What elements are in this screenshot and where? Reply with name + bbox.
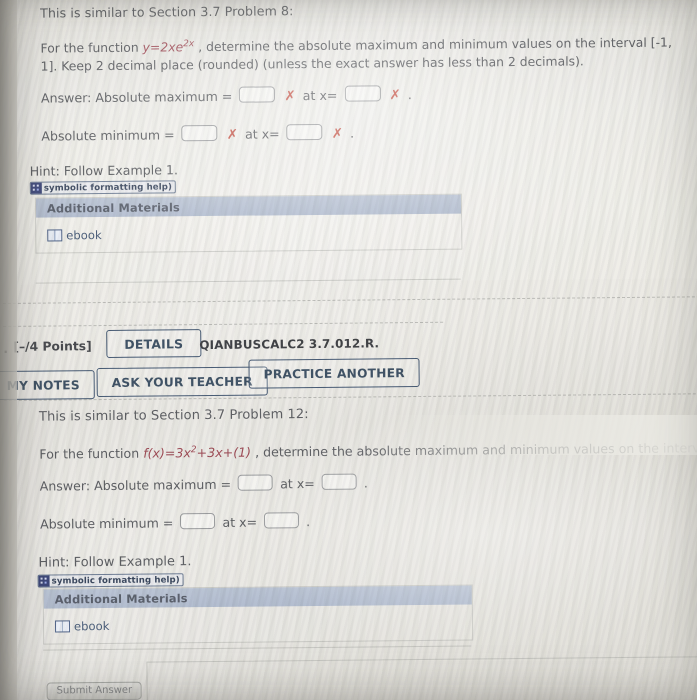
problem-2-function: f(x)=3x2+3x+(1) — [143, 444, 252, 461]
problem-1-similar-to: This is similar to Section 3.7 Problem 8… — [40, 3, 294, 21]
problem-2-question-prefix: For the function — [39, 445, 140, 462]
my-notes-button-wrap: MY NOTES — [0, 370, 96, 401]
problem-2-symbolic-help-label: symbolic formatting help) — [51, 574, 180, 587]
problem-1-symbolic-help-link[interactable]: symbolic formatting help) — [29, 177, 177, 197]
problem-1-materials-title: Additional Materials — [35, 194, 462, 218]
problem-2-leading-marker: . — [3, 341, 9, 356]
ask-your-teacher-button[interactable]: ASK YOUR TEACHER — [96, 366, 268, 398]
book-icon — [47, 228, 63, 242]
problem-1-min-label: Absolute minimum = — [41, 127, 175, 144]
problem-2-min-period: . — [306, 514, 311, 530]
problem-1-question: For the function y=2xe2x , determine the… — [40, 31, 685, 74]
problem-1-min-incorrect-icon: ✗ — [226, 126, 239, 143]
problem-2-ebook-label: ebook — [73, 618, 110, 633]
problem-1-answer-max-row: Answer: Absolute maximum = ✗ at x= ✗ . — [41, 85, 412, 107]
problem-2-points: [–/4 Points] — [13, 339, 92, 354]
problem-2-max-input[interactable] — [238, 474, 274, 491]
problem-1-max-x-input[interactable] — [344, 85, 381, 102]
problem-2-max-period: . — [363, 475, 368, 491]
problem-2-hint: Hint: Follow Example 1. — [38, 554, 192, 571]
problem-1-max-label: Answer: Absolute maximum = — [40, 88, 233, 106]
problem-1-additional-materials: Additional Materials ebook — [34, 193, 463, 254]
problem-1-min-period: . — [349, 125, 355, 141]
problem-2-answer-max-row: Answer: Absolute maximum = at x= . — [39, 473, 368, 494]
problem-2-answer-min-row: Absolute minimum = at x= . — [40, 512, 310, 532]
details-button[interactable]: DETAILS — [106, 329, 202, 358]
problem-1-max-incorrect-icon: ✗ — [284, 88, 296, 105]
problem-2-min-input[interactable] — [180, 512, 216, 530]
problem-1-min-x-input[interactable] — [286, 123, 323, 141]
ask-teacher-button-wrap: ASK YOUR TEACHER — [96, 366, 268, 398]
problem-1-max-input[interactable] — [239, 86, 276, 103]
screenshot-photo-of-monitor: This is similar to Section 3.7 Problem 8… — [0, 0, 697, 700]
problem-1-symbolic-help-label: symbolic formatting help) — [43, 181, 173, 194]
details-button-wrap: DETAILS — [106, 329, 202, 358]
problem-2-min-at-x-label: at x= — [222, 514, 258, 530]
problem-2-code: QIANBUSCALC2 3.7.012.R. — [199, 336, 380, 353]
problem-1-max-x-incorrect-icon: ✗ — [389, 87, 401, 104]
problem-1-min-x-incorrect-icon: ✗ — [331, 125, 344, 142]
problem-1-max-at-x-label: at x= — [302, 87, 338, 104]
problem-2-max-label: Answer: Absolute maximum = — [39, 476, 232, 494]
keyboard-icon — [38, 575, 50, 587]
problem-1-ebook-label: ebook — [66, 227, 102, 242]
problem-1-question-prefix: For the function — [40, 39, 139, 56]
problem-2-materials-body: ebook — [44, 604, 472, 643]
problem-2-min-label: Absolute minimum = — [39, 515, 174, 532]
problem-2-min-x-input[interactable] — [264, 512, 300, 529]
problem-2-question-suffix: , determine the absolute maximum and min… — [254, 440, 697, 460]
problem-2-max-x-input[interactable] — [321, 473, 357, 490]
problem-1-function: y=2xe2x — [142, 39, 195, 55]
problem-1-min-at-x-label: at x= — [244, 126, 280, 142]
problem-2-ebook-link[interactable]: ebook — [54, 618, 110, 633]
problem-2-additional-materials: Additional Materials ebook — [42, 584, 474, 645]
problem-1-answer-min-row: Absolute minimum = ✗ at x= ✗ . — [41, 123, 355, 145]
problem-1-hint: Hint: Follow Example 1. — [29, 162, 179, 179]
submit-answer-wrap: Submit Answer — [46, 678, 143, 700]
problem-1-ebook-link[interactable]: ebook — [47, 228, 102, 243]
submit-answer-button[interactable]: Submit Answer — [46, 681, 143, 700]
practice-another-button-wrap: PRACTICE ANOTHER — [248, 357, 421, 389]
problem-2-similar-to: This is similar to Section 3.7 Problem 1… — [38, 407, 309, 425]
book-icon — [54, 619, 71, 633]
practice-another-button[interactable]: PRACTICE ANOTHER — [248, 357, 421, 389]
answer-panel-region — [146, 656, 697, 700]
problem-2-max-at-x-label: at x= — [280, 476, 315, 492]
section-divider-dashed-2 — [3, 321, 444, 327]
keyboard-icon — [30, 182, 42, 194]
content-plane: This is similar to Section 3.7 Problem 8… — [0, 0, 697, 700]
section-divider-dashed — [2, 296, 697, 304]
problem-1-max-period: . — [407, 87, 412, 103]
problem-1-min-input[interactable] — [181, 124, 218, 142]
my-notes-button[interactable]: MY NOTES — [0, 370, 96, 401]
problem-1-materials-body: ebook — [36, 214, 461, 253]
